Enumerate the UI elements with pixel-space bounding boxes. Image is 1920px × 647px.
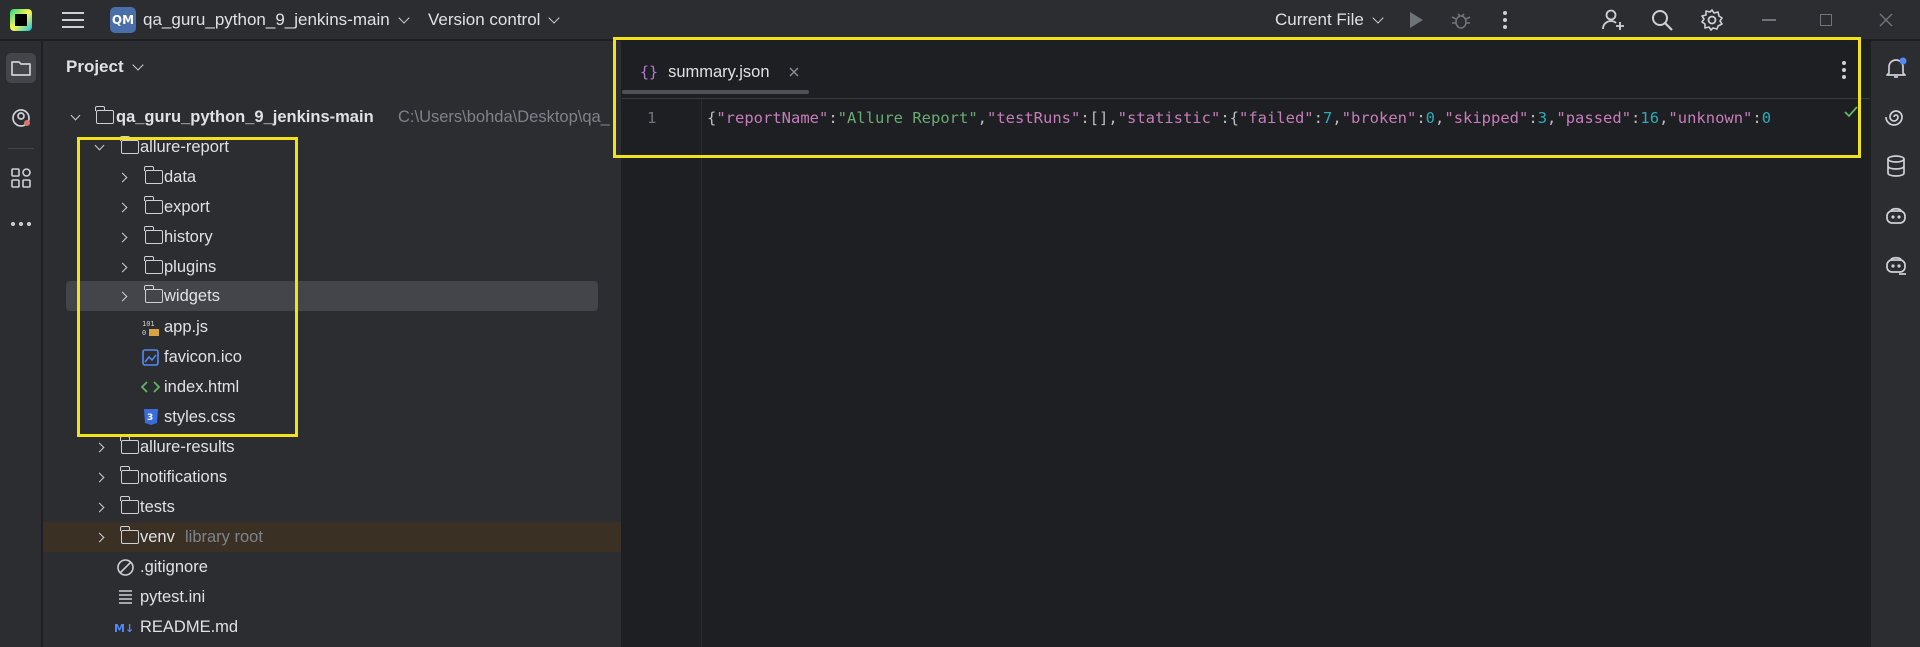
project-badge-label: QM — [110, 7, 136, 33]
restore-window-button[interactable] — [1820, 0, 1840, 40]
chevron-down-icon — [1372, 12, 1384, 24]
main-menu-icon[interactable] — [60, 0, 86, 40]
ellipsis-icon — [11, 222, 31, 226]
tree-item-label: .gitignore — [140, 557, 208, 576]
bug-icon — [1451, 13, 1471, 29]
highlight-box-editor — [613, 37, 1861, 158]
debug-button[interactable] — [1450, 0, 1474, 40]
tree-item-label: allure-results — [140, 437, 235, 456]
project-panel-header[interactable]: Project — [66, 57, 144, 77]
right-tool-strip — [1870, 41, 1920, 647]
bell-icon — [1886, 57, 1907, 78]
chevron-down-icon — [548, 12, 561, 24]
ai-assistant-tool-button[interactable] — [6, 103, 36, 133]
tree-item-label: README.md — [140, 617, 239, 636]
tree-item-label: venv — [140, 527, 175, 546]
svg-text:M↓: M↓ — [114, 622, 134, 634]
robot-icon — [1886, 207, 1906, 224]
close-icon — [1879, 13, 1893, 27]
tree-item-label: tests — [140, 497, 175, 516]
project-name-label: qa_guru_python_9_jenkins-main — [143, 10, 390, 29]
tree-item-gitignore[interactable]: .gitignore — [43, 552, 621, 582]
project-switcher[interactable]: qa_guru_python_9_jenkins-main — [143, 0, 410, 40]
users-icon — [1886, 256, 1906, 275]
chevron-down-icon — [398, 12, 410, 24]
database-button[interactable] — [1883, 153, 1909, 179]
run-config-label: Current File — [1275, 10, 1364, 29]
code-with-me-button[interactable] — [1883, 252, 1909, 278]
add-user-button[interactable] — [1600, 0, 1628, 40]
project-badge[interactable]: QM — [110, 0, 136, 40]
chevron-down-icon — [131, 59, 144, 71]
tree-item-label: notifications — [140, 467, 228, 486]
more-actions-icon[interactable] — [1500, 0, 1510, 40]
notifications-button[interactable] — [1883, 55, 1909, 81]
tree-root-row[interactable]: qa_guru_python_9_jenkins-main C:\Users\b… — [43, 102, 621, 132]
gear-icon — [1701, 9, 1723, 31]
run-button[interactable] — [1410, 0, 1432, 40]
chevron-right-icon — [94, 532, 105, 542]
ignore-file-icon — [117, 558, 134, 576]
tree-item-pytest-ini[interactable]: pytest.ini — [43, 582, 621, 612]
folder-icon — [120, 466, 139, 484]
root-folder-path: C:\Users\bohda\Desktop\qa_ — [398, 107, 610, 126]
folder-icon — [120, 496, 139, 514]
minimize-icon — [1762, 19, 1776, 21]
markdown-file-icon: M↓ — [114, 622, 134, 634]
folder-icon — [120, 436, 139, 454]
chevron-right-icon — [94, 442, 105, 452]
project-tool-button[interactable] — [6, 53, 36, 83]
title-bar: QM qa_guru_python_9_jenkins-main Version… — [0, 0, 1920, 40]
ai-chat-button[interactable] — [1883, 203, 1909, 229]
more-tools-button[interactable] — [6, 209, 36, 239]
settings-button[interactable] — [1700, 0, 1728, 40]
ini-file-icon — [119, 590, 132, 604]
restore-icon — [1820, 14, 1832, 26]
version-control-label: Version control — [428, 10, 541, 29]
structure-icon — [11, 168, 31, 188]
copilot-button[interactable] — [1883, 104, 1909, 130]
database-icon — [1887, 155, 1905, 177]
root-folder-name: qa_guru_python_9_jenkins-main — [116, 107, 374, 126]
strip-divider — [8, 148, 34, 149]
folder-icon — [95, 106, 114, 124]
close-window-button[interactable] — [1878, 0, 1898, 40]
tree-item-notifications[interactable]: notifications — [43, 462, 621, 492]
ai-assistant-icon — [12, 109, 30, 127]
project-panel-title: Project — [66, 57, 124, 76]
version-control-menu[interactable]: Version control — [428, 0, 561, 40]
line-number-gutter: 1 — [622, 99, 702, 647]
run-config-selector[interactable]: Current File — [1275, 0, 1384, 40]
left-tool-strip — [0, 41, 42, 647]
chevron-right-icon — [94, 472, 105, 482]
pycharm-logo-icon[interactable] — [10, 0, 38, 40]
chevron-right-icon — [94, 502, 105, 512]
library-root-note: library root — [185, 527, 263, 546]
structure-tool-button[interactable] — [6, 163, 36, 193]
tree-item-venv[interactable]: venv library root — [43, 522, 621, 552]
chevron-down-icon — [70, 110, 81, 120]
tree-item-readme[interactable]: M↓ README.md — [43, 612, 621, 642]
tree-item-label: pytest.ini — [140, 587, 206, 606]
search-button[interactable] — [1650, 0, 1678, 40]
search-icon — [1652, 10, 1673, 31]
folder-icon — [120, 526, 139, 544]
highlight-box-allure-report — [77, 137, 298, 437]
minimize-window-button[interactable] — [1762, 0, 1782, 40]
spiral-icon — [1885, 110, 1903, 126]
tree-item-tests[interactable]: tests — [43, 492, 621, 522]
play-icon — [1410, 12, 1423, 28]
user-plus-icon — [1602, 9, 1624, 30]
folder-icon — [11, 61, 31, 76]
